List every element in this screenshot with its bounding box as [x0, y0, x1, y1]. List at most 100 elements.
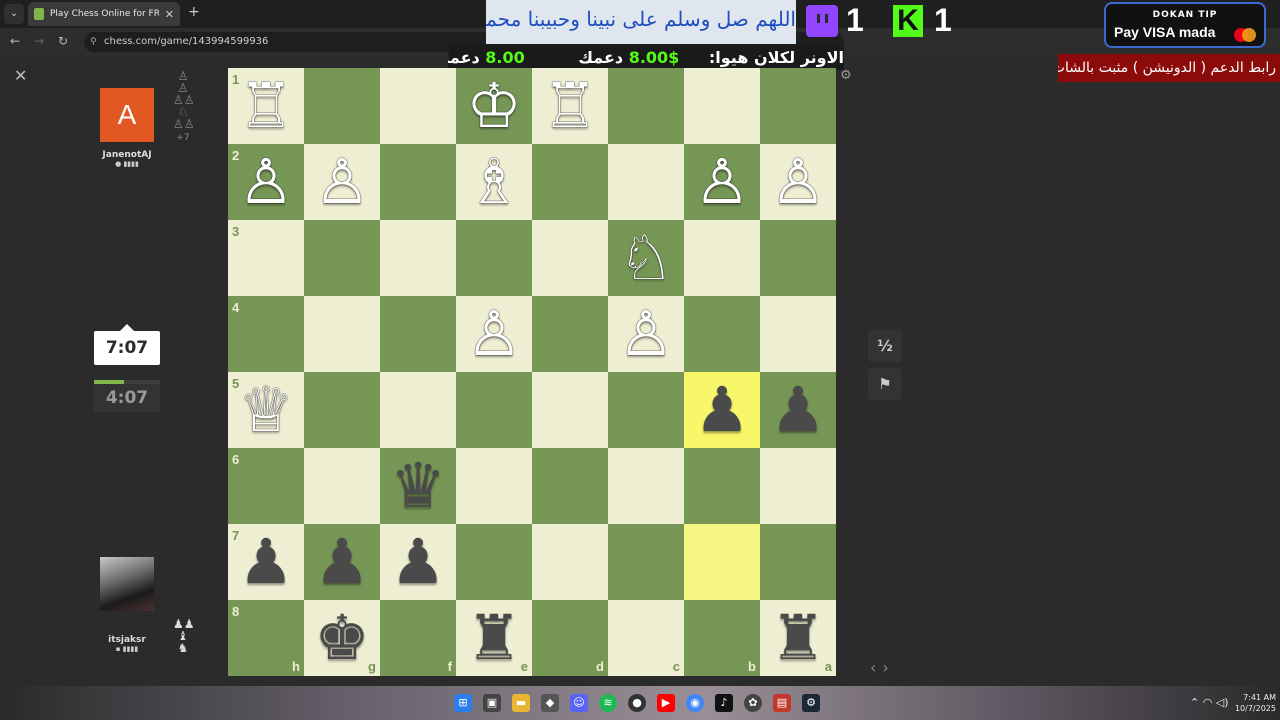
- chess-board[interactable]: 1 ♖ ♔ ♖ 2 ♙ ♙ ♗ ♙ ♙ 3 ♘ 4 ♙ ♙ 5 ♕ ♟ ♟ 6 ♛ 7 ♟ ♟ ♟ 8 h g ♚ f e ♜ d c b a ♜: [228, 68, 836, 676]
- square-b1[interactable]: [684, 68, 760, 144]
- square-f5[interactable]: [380, 372, 456, 448]
- opponent-avatar[interactable]: A: [100, 88, 154, 142]
- resign-flag-icon[interactable]: ⚑: [868, 368, 902, 400]
- square-h4[interactable]: 4: [228, 296, 304, 372]
- spotify-icon[interactable]: ≋: [599, 694, 617, 712]
- offer-draw-button[interactable]: ½: [868, 330, 902, 362]
- piece-h5[interactable]: ♕: [228, 372, 304, 448]
- square-e8[interactable]: e ♜: [456, 600, 532, 676]
- square-d7[interactable]: [532, 524, 608, 600]
- piece-g8[interactable]: ♚: [304, 600, 380, 676]
- obs-icon[interactable]: ●: [628, 694, 646, 712]
- reload-icon[interactable]: ↻: [58, 34, 68, 48]
- square-a6[interactable]: [760, 448, 836, 524]
- browser-tab-chess[interactable]: Play Chess Online for FREE ✕: [28, 2, 180, 26]
- square-e7[interactable]: [456, 524, 532, 600]
- square-b2[interactable]: ♙: [684, 144, 760, 220]
- square-f6[interactable]: ♛: [380, 448, 456, 524]
- piece-e1[interactable]: ♔: [456, 68, 532, 144]
- square-a8[interactable]: a ♜: [760, 600, 836, 676]
- piece-a8[interactable]: ♜: [760, 600, 836, 676]
- square-e6[interactable]: [456, 448, 532, 524]
- square-h8[interactable]: 8h: [228, 600, 304, 676]
- file-explorer-icon[interactable]: ▬: [512, 694, 530, 712]
- square-f8[interactable]: f: [380, 600, 456, 676]
- square-d4[interactable]: [532, 296, 608, 372]
- square-h1[interactable]: 1 ♖: [228, 68, 304, 144]
- system-clock[interactable]: 7:41 AM 10/7/2025: [1226, 692, 1276, 714]
- chrome-icon[interactable]: ◉: [686, 694, 704, 712]
- square-c5[interactable]: [608, 372, 684, 448]
- piece-b2[interactable]: ♙: [684, 144, 760, 220]
- piece-f7[interactable]: ♟: [380, 524, 456, 600]
- square-g7[interactable]: ♟: [304, 524, 380, 600]
- square-h5[interactable]: 5 ♕: [228, 372, 304, 448]
- square-d6[interactable]: [532, 448, 608, 524]
- square-g8[interactable]: g ♚: [304, 600, 380, 676]
- opponent-name[interactable]: JanenotAJ: [77, 150, 177, 160]
- square-b6[interactable]: [684, 448, 760, 524]
- square-g4[interactable]: [304, 296, 380, 372]
- piece-e4[interactable]: ♙: [456, 296, 532, 372]
- piece-f6[interactable]: ♛: [380, 448, 456, 524]
- square-f4[interactable]: [380, 296, 456, 372]
- piece-h2[interactable]: ♙: [228, 144, 304, 220]
- task-view-icon[interactable]: ▣: [483, 694, 501, 712]
- square-a5[interactable]: ♟: [760, 372, 836, 448]
- square-c7[interactable]: [608, 524, 684, 600]
- piece-d1[interactable]: ♖: [532, 68, 608, 144]
- player-avatar[interactable]: [100, 557, 154, 611]
- square-a2[interactable]: ♙: [760, 144, 836, 220]
- tab-close-icon[interactable]: ✕: [165, 8, 174, 21]
- piece-a5[interactable]: ♟: [760, 372, 836, 448]
- square-c8[interactable]: c: [608, 600, 684, 676]
- new-tab-button[interactable]: +: [188, 4, 200, 20]
- square-d3[interactable]: [532, 220, 608, 296]
- square-e4[interactable]: ♙: [456, 296, 532, 372]
- tab-search-button[interactable]: ⌄: [4, 4, 24, 24]
- square-h2[interactable]: 2 ♙: [228, 144, 304, 220]
- piece-e2[interactable]: ♗: [456, 144, 532, 220]
- square-c2[interactable]: [608, 144, 684, 220]
- forward-icon[interactable]: →: [34, 34, 44, 48]
- square-h7[interactable]: 7 ♟: [228, 524, 304, 600]
- site-info-icon[interactable]: ⚲: [90, 32, 97, 52]
- square-h3[interactable]: 3: [228, 220, 304, 296]
- player-name[interactable]: itsjaksr: [77, 635, 177, 645]
- square-g2[interactable]: ♙: [304, 144, 380, 220]
- next-move-button[interactable]: ›: [882, 658, 894, 677]
- square-c1[interactable]: [608, 68, 684, 144]
- square-c3[interactable]: ♘: [608, 220, 684, 296]
- previous-move-button[interactable]: ‹: [870, 658, 882, 677]
- square-d8[interactable]: d: [532, 600, 608, 676]
- square-c6[interactable]: [608, 448, 684, 524]
- square-e2[interactable]: ♗: [456, 144, 532, 220]
- square-d2[interactable]: [532, 144, 608, 220]
- piece-c4[interactable]: ♙: [608, 296, 684, 372]
- square-d1[interactable]: ♖: [532, 68, 608, 144]
- piece-g7[interactable]: ♟: [304, 524, 380, 600]
- youtube-icon[interactable]: ▶: [657, 694, 675, 712]
- square-g6[interactable]: [304, 448, 380, 524]
- piece-h7[interactable]: ♟: [228, 524, 304, 600]
- piece-a2[interactable]: ♙: [760, 144, 836, 220]
- square-g5[interactable]: [304, 372, 380, 448]
- chatgpt-icon[interactable]: ✿: [744, 694, 762, 712]
- app-red-icon[interactable]: ▤: [773, 694, 791, 712]
- square-d5[interactable]: [532, 372, 608, 448]
- square-e1[interactable]: ♔: [456, 68, 532, 144]
- square-f1[interactable]: [380, 68, 456, 144]
- square-a3[interactable]: [760, 220, 836, 296]
- square-b8[interactable]: b: [684, 600, 760, 676]
- square-e3[interactable]: [456, 220, 532, 296]
- piece-h1[interactable]: ♖: [228, 68, 304, 144]
- square-b4[interactable]: [684, 296, 760, 372]
- square-g1[interactable]: [304, 68, 380, 144]
- close-panel-icon[interactable]: ✕: [14, 66, 27, 85]
- square-c4[interactable]: ♙: [608, 296, 684, 372]
- system-tray[interactable]: ⌃ ◠ ◁): [1190, 696, 1229, 709]
- piece-e8[interactable]: ♜: [456, 600, 532, 676]
- square-b5[interactable]: ♟: [684, 372, 760, 448]
- square-f7[interactable]: ♟: [380, 524, 456, 600]
- steam-icon[interactable]: ⚙: [802, 694, 820, 712]
